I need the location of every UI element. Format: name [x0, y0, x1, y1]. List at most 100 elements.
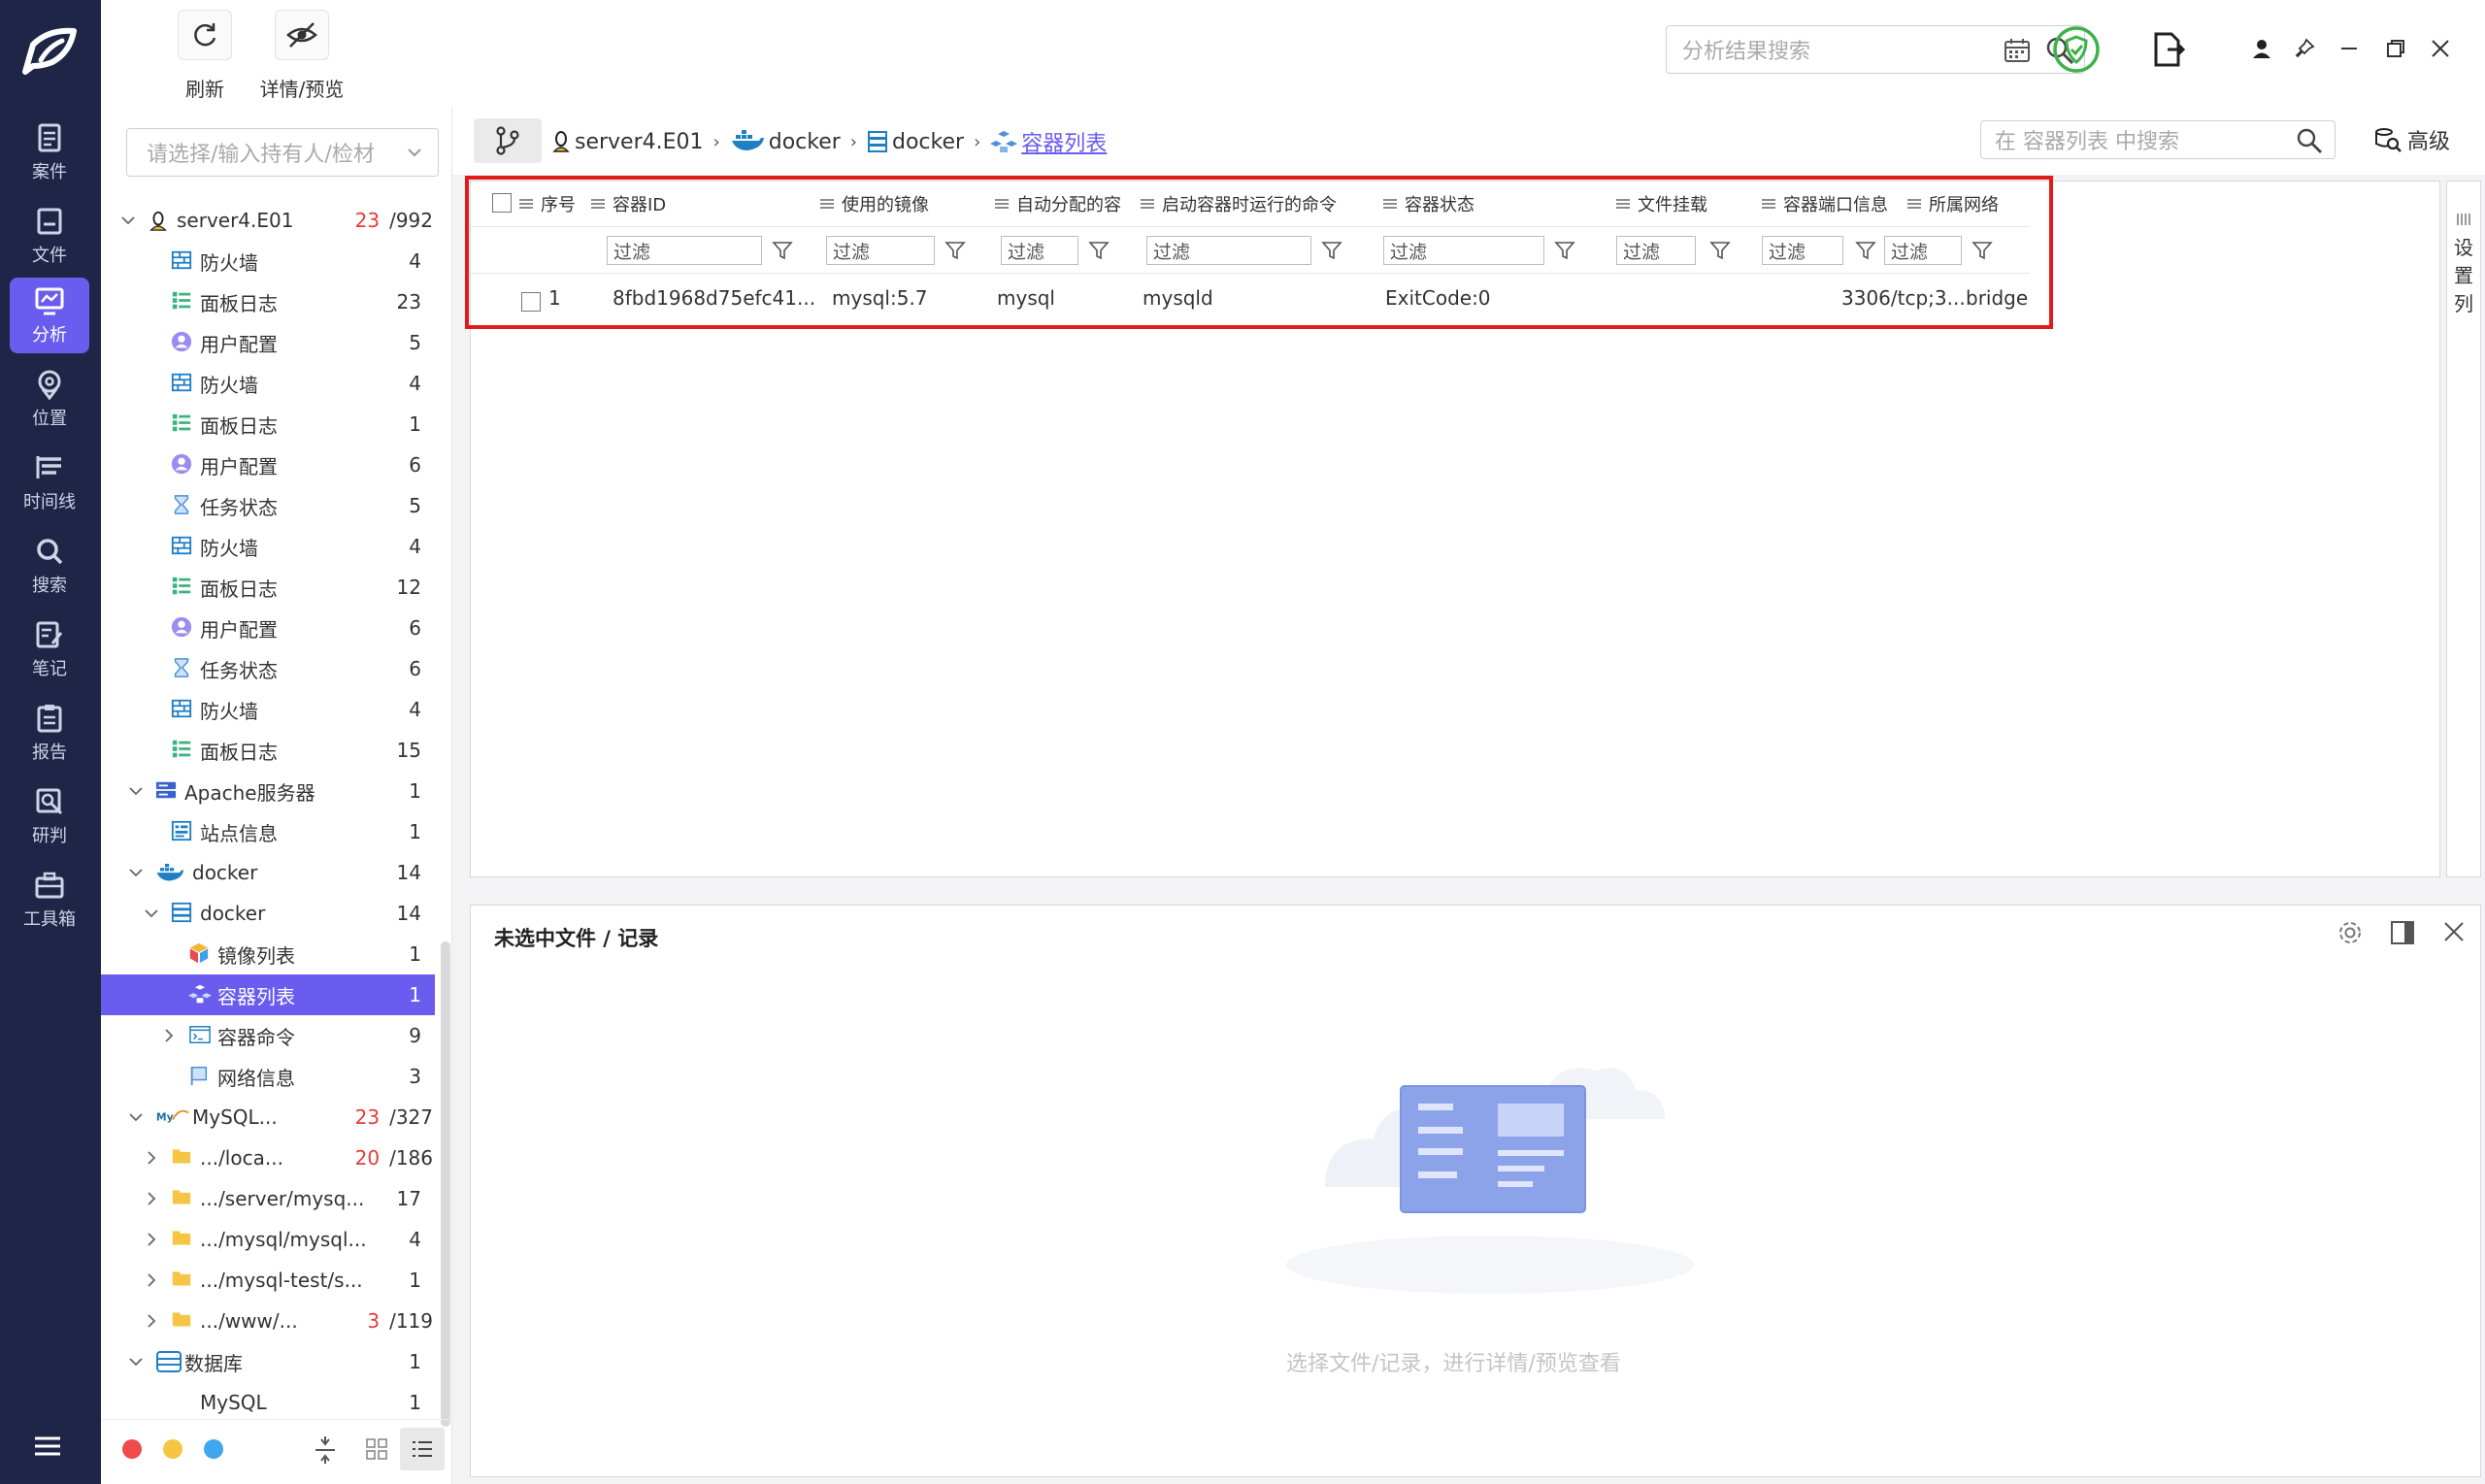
export-button[interactable]	[2143, 25, 2192, 74]
analysis-search-input[interactable]: 分析结果搜索	[1666, 25, 2085, 74]
column-header[interactable]: 启动容器时运行的命令	[1141, 181, 1337, 226]
holder-select[interactable]: 请选择/输入持有人/检材	[126, 128, 439, 177]
tree-scrollbar[interactable]	[441, 941, 450, 1427]
filter-funnel-icon[interactable]	[1971, 240, 1993, 261]
yellow-dot-icon[interactable]	[163, 1439, 182, 1459]
table-cell[interactable]: mysqld	[1143, 286, 1213, 310]
tree-node[interactable]: 任务状态 5	[101, 485, 435, 526]
filter-funnel-icon[interactable]	[1855, 240, 1876, 261]
collapse-all-icon[interactable]	[313, 1435, 338, 1465]
table-cell[interactable]: bridge	[1966, 286, 2028, 310]
list-view-button[interactable]	[400, 1428, 445, 1470]
column-filter-input[interactable]: 过滤	[826, 236, 935, 265]
tree-node[interactable]: 容器列表 1	[101, 974, 435, 1015]
nav-item-timeline[interactable]: 时间线	[10, 445, 89, 520]
column-header[interactable]: 容器端口信息	[1762, 181, 1888, 226]
column-filter-input[interactable]: 过滤	[1146, 236, 1311, 265]
tree-node[interactable]: 用户配置 5	[101, 322, 435, 363]
tree-node[interactable]: MySQL 1	[101, 1382, 435, 1423]
chevron-down-icon[interactable]	[120, 213, 136, 228]
tree-node[interactable]: 网络信息 3	[101, 1056, 435, 1097]
column-header[interactable]: 所属网络	[1907, 181, 1999, 226]
column-header[interactable]: 文件挂载	[1616, 181, 1707, 226]
table-cell[interactable]: 1	[548, 286, 561, 310]
table-cell[interactable]: 3306/tcp;3...	[1841, 286, 1966, 310]
column-header[interactable]: 序号	[519, 181, 576, 226]
column-header[interactable]: 容器ID	[591, 181, 666, 226]
tree-node[interactable]: 防火墙 4	[101, 241, 435, 281]
tree-node[interactable]: 防火墙 4	[101, 689, 435, 730]
tree-node[interactable]: 面板日志 15	[101, 730, 435, 771]
column-filter-input[interactable]: 过滤	[1616, 236, 1696, 265]
select-all-checkbox[interactable]	[492, 193, 512, 213]
split-panel-icon[interactable]	[2389, 919, 2416, 946]
search-icon[interactable]	[2296, 127, 2323, 154]
calendar-icon[interactable]	[2003, 36, 2032, 65]
close-icon[interactable]	[2441, 919, 2467, 944]
tree-node[interactable]: 面板日志 12	[101, 567, 435, 608]
close-window-button[interactable]	[2427, 35, 2454, 62]
row-checkbox[interactable]	[521, 292, 541, 312]
pin-button[interactable]	[2291, 35, 2318, 62]
chevron-right-icon[interactable]	[161, 1028, 177, 1043]
grid-view-icon[interactable]	[365, 1437, 388, 1461]
refresh-button[interactable]: 刷新	[151, 10, 258, 102]
tree-node[interactable]: .../loca... 20/186	[101, 1138, 435, 1178]
breadcrumb-current[interactable]: 容器列表	[1021, 126, 1107, 157]
chevron-right-icon[interactable]	[144, 1272, 159, 1288]
table-cell[interactable]: mysql:5.7	[832, 286, 928, 310]
tree-node[interactable]: .../www/... 3/119	[101, 1301, 435, 1341]
column-filter-input[interactable]: 过滤	[1762, 236, 1843, 265]
breadcrumb-item[interactable]: server4.E01	[575, 130, 704, 154]
tree-node[interactable]: 面板日志 23	[101, 281, 435, 322]
filter-funnel-icon[interactable]	[1554, 240, 1575, 261]
shield-status-button[interactable]	[2052, 25, 2101, 74]
breadcrumb-item[interactable]: docker	[892, 130, 964, 154]
menu-icon[interactable]	[33, 1435, 62, 1458]
tree-node[interactable]: 镜像列表 1	[101, 934, 435, 974]
column-header[interactable]: 容器状态	[1383, 181, 1474, 226]
column-filter-input[interactable]: 过滤	[1884, 236, 1962, 265]
tree-node[interactable]: 面板日志 1	[101, 404, 435, 445]
nav-item-judge[interactable]: 研判	[10, 778, 89, 854]
red-dot-icon[interactable]	[122, 1439, 142, 1459]
table-cell[interactable]: 8fbd1968d75efc41...	[613, 286, 815, 310]
nav-item-file[interactable]: 文件	[10, 198, 89, 274]
nav-item-search[interactable]: 搜索	[10, 528, 89, 604]
user-button[interactable]	[2248, 35, 2275, 62]
breadcrumb-item[interactable]: docker	[769, 130, 841, 154]
tree-node[interactable]: 容器命令 9	[101, 1015, 435, 1056]
nav-item-report[interactable]: 报告	[10, 695, 89, 771]
tree-node[interactable]: 防火墙 4	[101, 363, 435, 404]
table-cell[interactable]: ExitCode:0	[1385, 286, 1491, 310]
tree-node[interactable]: 任务状态 6	[101, 648, 435, 689]
blue-dot-icon[interactable]	[204, 1439, 223, 1459]
chevron-right-icon[interactable]	[144, 1232, 159, 1247]
column-filter-input[interactable]: 过滤	[607, 236, 762, 265]
chevron-right-icon[interactable]	[144, 1313, 159, 1329]
chevron-right-icon[interactable]	[144, 1150, 159, 1166]
tree-node[interactable]: .../mysql-test/s... 1	[101, 1260, 435, 1301]
branch-button[interactable]	[474, 118, 542, 163]
chevron-down-icon[interactable]	[128, 783, 144, 799]
nav-item-case[interactable]: 案件	[10, 115, 89, 190]
column-settings-button[interactable]: 设 置 列	[2446, 181, 2481, 877]
tree-node[interactable]: docker 14	[101, 852, 435, 893]
filter-funnel-icon[interactable]	[1709, 240, 1731, 261]
nav-item-note[interactable]: 笔记	[10, 611, 89, 687]
column-filter-input[interactable]: 过滤	[1001, 236, 1078, 265]
chevron-down-icon[interactable]	[128, 1354, 144, 1369]
tree-node[interactable]: 站点信息 1	[101, 811, 435, 852]
gear-icon[interactable]	[2336, 919, 2364, 946]
chevron-down-icon[interactable]	[128, 865, 144, 880]
column-header[interactable]: 自动分配的容	[995, 181, 1121, 226]
filter-funnel-icon[interactable]	[1088, 240, 1110, 261]
detail-preview-button[interactable]: 详情/预览	[248, 10, 355, 102]
nav-item-analysis[interactable]: 分析	[10, 278, 89, 353]
tree-node[interactable]: 用户配置 6	[101, 445, 435, 485]
advanced-search-button[interactable]: 高级	[2374, 124, 2450, 155]
chevron-down-icon[interactable]	[144, 906, 159, 921]
filter-funnel-icon[interactable]	[772, 240, 793, 261]
minimize-button[interactable]	[2336, 35, 2363, 62]
tree-node[interactable]: server4.E01 23/992	[101, 200, 435, 241]
